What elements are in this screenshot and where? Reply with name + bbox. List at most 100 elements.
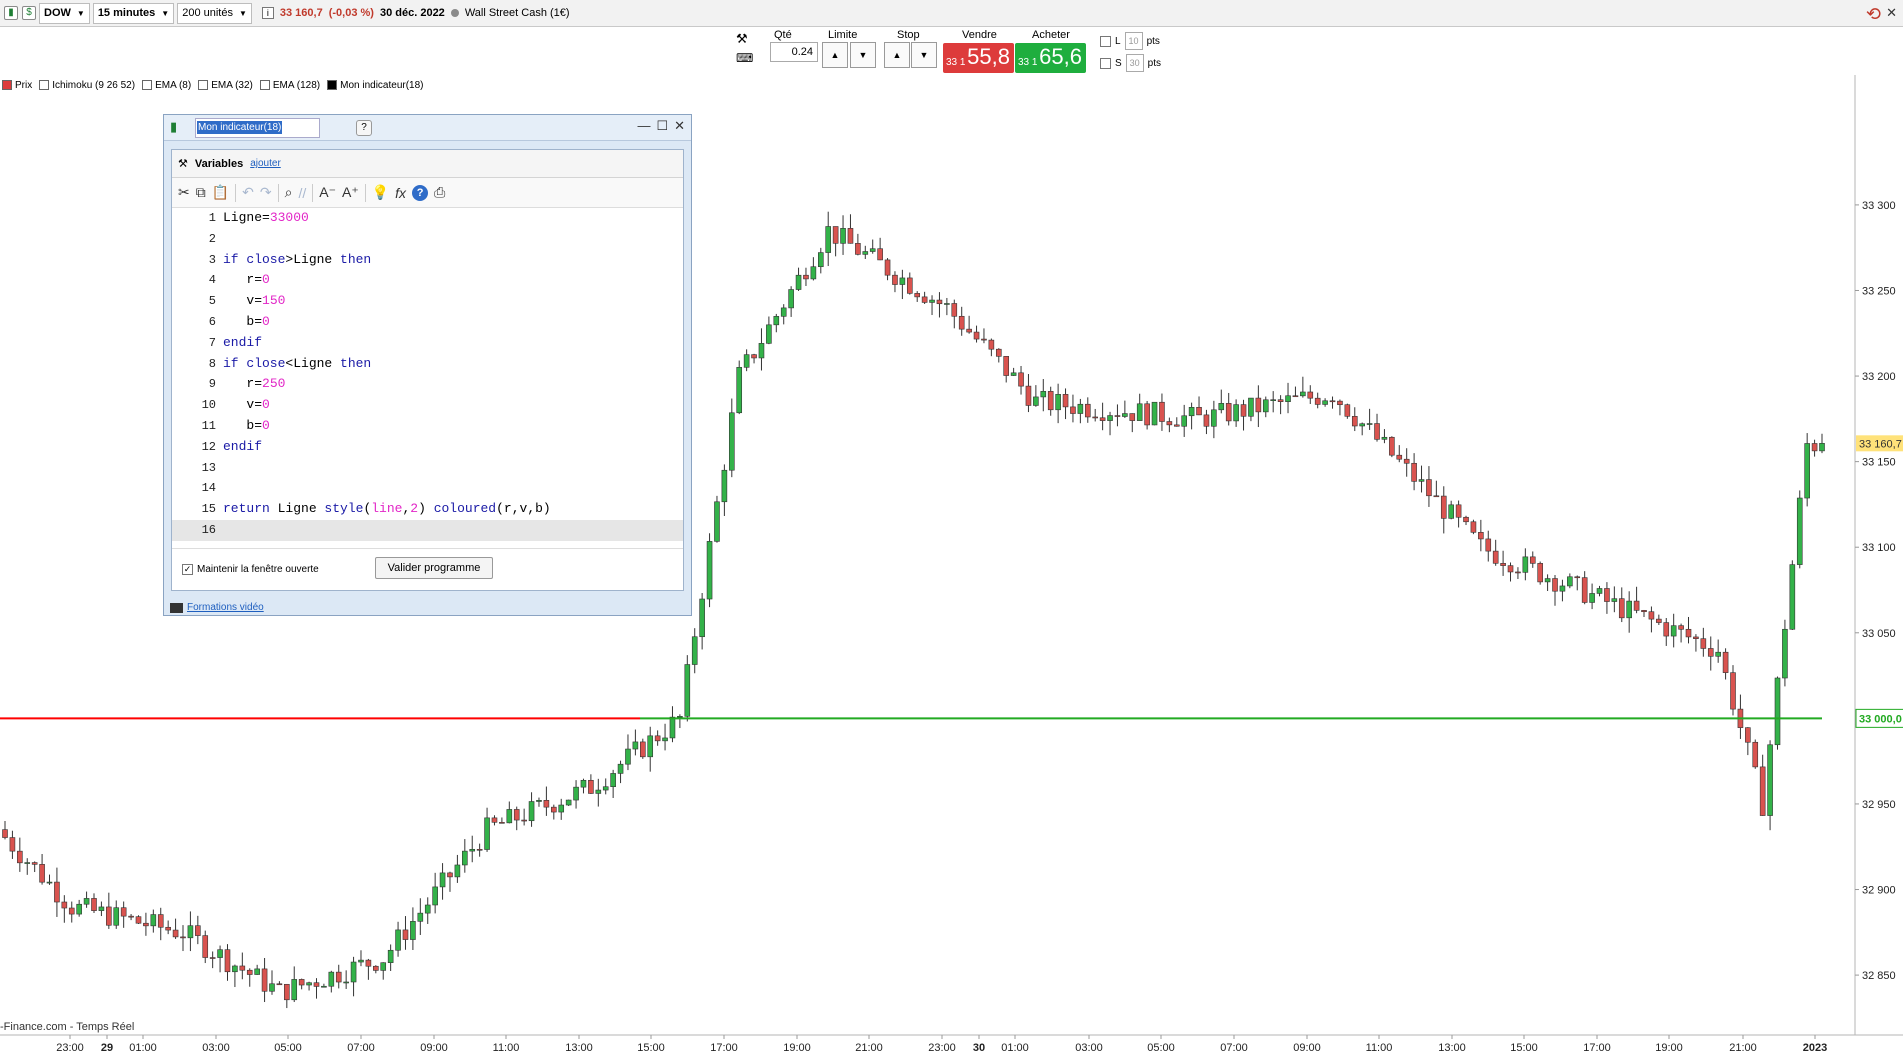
candle-body: [1389, 436, 1395, 456]
units-select[interactable]: 200 unités ▼: [177, 2, 252, 24]
line-value-label: 33 000,0: [1859, 713, 1902, 725]
y-tick-label: 33 250: [1862, 285, 1896, 297]
last-price: 33 160,7: [279, 7, 323, 19]
candle-body: [588, 779, 594, 794]
stop-checkbox[interactable]: [1100, 57, 1111, 69]
legend-item[interactable]: EMA (8): [140, 80, 193, 91]
candle-body: [1552, 578, 1558, 592]
redo-icon[interactable]: ↷: [260, 184, 272, 201]
legend-item[interactable]: Mon indicateur(18): [325, 80, 425, 91]
candle-body: [9, 837, 16, 852]
candle-body: [1225, 403, 1232, 422]
code-line[interactable]: 14: [172, 478, 683, 499]
candle-body: [335, 971, 342, 983]
candle-body: [298, 979, 305, 986]
market-status-icon: [450, 9, 459, 17]
lightbulb-icon[interactable]: 💡: [372, 184, 389, 201]
undo-icon[interactable]: ↶: [242, 184, 254, 201]
candle-body: [462, 850, 468, 866]
price-change: (-0,03 %): [328, 7, 374, 19]
candle-body: [944, 303, 950, 305]
close-icon[interactable]: ✕: [674, 118, 685, 134]
code-editor[interactable]: 1 Ligne=33000 2 3 if close>Ligne then 4 r=0 5 …: [172, 208, 683, 544]
code-line[interactable]: 6 b=0: [172, 312, 683, 333]
qty-input[interactable]: 0.24: [770, 42, 818, 62]
code-line[interactable]: 8 if close<Ligne then: [172, 354, 683, 375]
candle-body: [1359, 423, 1365, 427]
l-pts-input[interactable]: 10: [1124, 32, 1143, 50]
chart-type-icon[interactable]: ▮: [4, 6, 18, 20]
candle-body: [691, 636, 698, 665]
dollar-icon[interactable]: $: [22, 6, 36, 20]
video-training-link[interactable]: Formations vidéo: [187, 602, 264, 613]
validate-program-button[interactable]: Valider programme: [375, 557, 493, 579]
candle-body: [120, 907, 127, 917]
code-line[interactable]: 12 endif: [172, 437, 683, 458]
minimize-icon[interactable]: —: [637, 118, 650, 134]
legend-item[interactable]: Ichimoku (9 26 52): [37, 80, 137, 91]
search-icon[interactable]: ⌕: [285, 184, 293, 201]
copy-icon[interactable]: ⧉: [196, 184, 206, 201]
refresh-icon[interactable]: ⟲: [1866, 4, 1881, 25]
timeframe-select[interactable]: 15 minutes ▼: [92, 2, 175, 24]
candle-body: [269, 983, 275, 992]
help-icon[interactable]: ?: [412, 184, 429, 201]
code-line[interactable]: 10 v=0: [172, 395, 683, 416]
code-line[interactable]: 1 Ligne=33000: [172, 208, 683, 229]
maximize-icon[interactable]: ☐: [656, 118, 668, 134]
stop-sell-button[interactable]: ▼: [911, 42, 937, 68]
wrench-icon[interactable]: ⚒: [736, 31, 748, 47]
x-tick-label: 03:00: [1075, 1042, 1103, 1054]
candle-body: [1789, 564, 1796, 630]
x-tick-label: 17:00: [1583, 1042, 1611, 1054]
code-line[interactable]: 9 r=250: [172, 374, 683, 395]
indicator-name-input[interactable]: Mon indicateur(18): [195, 118, 320, 138]
instrument-select[interactable]: DOW ▼: [39, 2, 90, 24]
paste-icon[interactable]: 📋: [212, 184, 229, 201]
keyboard-icon[interactable]: ⌨: [736, 51, 753, 65]
candle-body: [610, 773, 616, 788]
code-line[interactable]: 4 r=0: [172, 270, 683, 291]
candle-body: [135, 916, 142, 924]
limit-pts-row: L 10 pts: [1100, 32, 1160, 50]
code-line[interactable]: 3 if close>Ligne then: [172, 250, 683, 271]
code-line[interactable]: 7 endif: [172, 333, 683, 354]
sell-button[interactable]: 33 1 55,8: [943, 43, 1014, 73]
code-line[interactable]: 16: [172, 519, 683, 541]
print-icon[interactable]: ⎙: [434, 184, 445, 201]
code-text: r=250: [223, 376, 286, 392]
candle-body: [1084, 403, 1091, 418]
candle-body: [1767, 744, 1773, 816]
keep-open-checkbox[interactable]: ✓: [182, 564, 193, 575]
function-icon[interactable]: fx: [395, 185, 406, 201]
code-line[interactable]: 11 b=0: [172, 416, 683, 437]
font-increase-icon[interactable]: A⁺: [342, 184, 359, 201]
candle-body: [973, 331, 980, 340]
cut-icon[interactable]: ✂: [178, 184, 190, 201]
stop-buy-button[interactable]: ▲: [884, 42, 910, 68]
candle-body: [284, 983, 290, 1001]
candle-body: [847, 228, 854, 244]
add-variable-link[interactable]: ajouter: [250, 158, 281, 169]
video-training-row: Formations vidéo: [170, 602, 264, 613]
font-decrease-icon[interactable]: A⁻: [319, 184, 336, 201]
info-icon[interactable]: i: [261, 7, 274, 19]
limit-buy-button[interactable]: ▲: [822, 42, 848, 68]
comment-icon[interactable]: //: [298, 185, 306, 201]
legend-item[interactable]: EMA (32): [196, 80, 255, 91]
candle-body: [91, 898, 97, 911]
code-line[interactable]: 2: [172, 229, 683, 250]
limit-checkbox[interactable]: [1100, 35, 1111, 47]
candle-body: [1819, 443, 1825, 452]
code-line[interactable]: 5 v=150: [172, 291, 683, 312]
code-line[interactable]: 15 return Ligne style(line,2) coloured(r,…: [172, 499, 683, 520]
keep-open-label: Maintenir la fenêtre ouverte: [197, 564, 319, 575]
help-doc-icon[interactable]: ?: [356, 120, 372, 136]
code-line[interactable]: 13: [172, 458, 683, 479]
close-icon[interactable]: ✕: [1886, 5, 1897, 21]
legend-item[interactable]: EMA (128): [258, 80, 322, 91]
limit-sell-button[interactable]: ▼: [850, 42, 876, 68]
legend-item[interactable]: Prix: [0, 80, 34, 91]
buy-button[interactable]: 33 1 65,6: [1015, 43, 1086, 73]
s-pts-input[interactable]: 30: [1125, 54, 1144, 72]
